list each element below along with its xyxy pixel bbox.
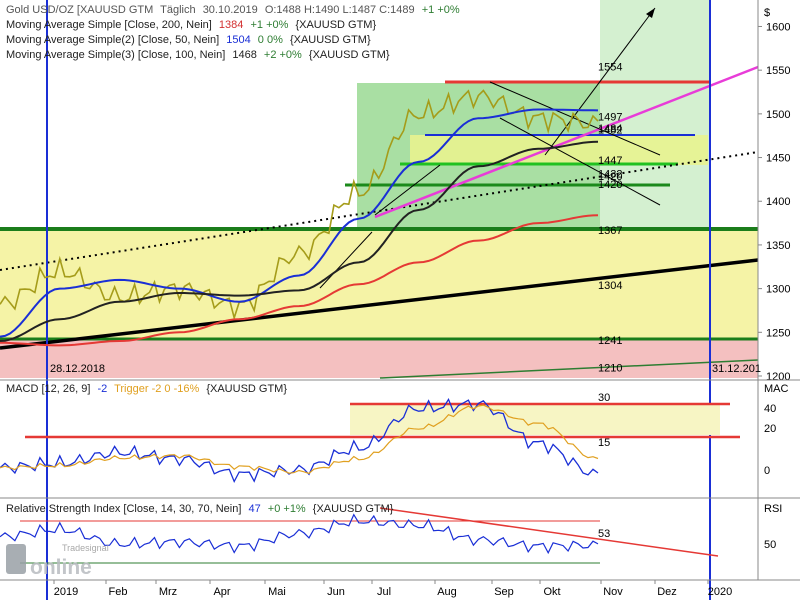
x-axis-label-Apr: Apr	[213, 586, 230, 598]
instrument-name: Gold USD/OZ [XAUUSD GTM	[6, 4, 153, 16]
indicator-3-value: 1468	[232, 49, 256, 61]
yellow-zone	[0, 229, 758, 340]
level-label-1420: 1420	[598, 179, 622, 191]
indicator-3-suffix: {XAUUSD GTM}	[309, 49, 390, 61]
price-axis-label-1350: 1350	[766, 240, 790, 252]
macd-axis-label: MAC	[764, 383, 789, 395]
x-axis-label-Mai: Mai	[268, 586, 286, 598]
level-label-1304: 1304	[598, 280, 622, 292]
red-zone	[0, 340, 758, 378]
x-axis-label-Okt: Okt	[543, 586, 560, 598]
price-axis-label-1550: 1550	[766, 65, 790, 77]
macd-header: MACD [12, 26, 9] -2 Trigger -2 0 -16% {X…	[6, 383, 287, 395]
level-label-1447: 1447	[598, 155, 622, 167]
macd-axis-20: 20	[764, 423, 776, 435]
x-axis-label-Dez: Dez	[657, 586, 677, 598]
macd-value: -2	[97, 383, 107, 395]
indicator-line-2: Moving Average Simple(2) [Close, 50, Nei…	[6, 34, 371, 46]
indicator-line-1: Moving Average Simple [Close, 200, Nein]…	[6, 19, 376, 31]
indicator-2-change: 0 0%	[258, 34, 283, 46]
logo-product: online	[30, 556, 92, 579]
macd-trigger: Trigger -2 0 -16%	[114, 383, 199, 395]
indicator-2-label: Moving Average Simple(2) [Close, 50, Nei…	[6, 34, 219, 46]
end-date-label: 31.12.201	[712, 363, 761, 375]
rsi-title: Relative Strength Index [Close, 14, 30, …	[6, 503, 241, 515]
price-axis-label-1500: 1500	[766, 109, 790, 121]
x-axis-label-2019: 2019	[54, 586, 78, 598]
price-axis-label-1450: 1450	[766, 153, 790, 165]
macd-level-30-label: 30	[598, 392, 610, 404]
macd-zone	[350, 405, 720, 435]
macd-suffix: {XAUUSD GTM}	[206, 383, 287, 395]
level-label-1210: 1210	[598, 362, 622, 374]
level-label-1554: 1554	[598, 62, 622, 74]
price-axis-label-1300: 1300	[766, 284, 790, 296]
instrument-ohlc: O:1488 H:1490 L:1487 C:1489	[265, 4, 415, 16]
macd-axis-0: 0	[764, 465, 770, 477]
x-axis-label-Mrz: Mrz	[159, 586, 177, 598]
indicator-3-label: Moving Average Simple(3) [Close, 100, Ne…	[6, 49, 225, 61]
price-axis-label-1250: 1250	[766, 327, 790, 339]
x-axis-label-Jul: Jul	[377, 586, 391, 598]
level-label-1482: 1482	[598, 125, 622, 137]
instrument-period: Täglich	[160, 4, 195, 16]
price-axis-label-1400: 1400	[766, 196, 790, 208]
x-axis-label-Feb: Feb	[109, 586, 128, 598]
indicator-2-suffix: {XAUUSD GTM}	[290, 34, 371, 46]
level-label-1367: 1367	[598, 225, 622, 237]
level-label-1497: 1497	[598, 111, 622, 123]
price-axis-label-1200: 1200	[766, 371, 790, 383]
macd-title: MACD [12, 26, 9]	[6, 383, 90, 395]
rsi-header: Relative Strength Index [Close, 14, 30, …	[6, 503, 394, 515]
x-axis-label-Nov: Nov	[603, 586, 623, 598]
rsi-axis-label: RSI	[764, 503, 782, 515]
instrument-date: 30.10.2019	[203, 4, 258, 16]
logo-brand: Tradesignal	[62, 543, 109, 553]
logo-icon	[6, 544, 26, 574]
instrument-line: Gold USD/OZ [XAUUSD GTM Täglich 30.10.20…	[6, 4, 460, 16]
rsi-level-label: 53	[598, 528, 610, 540]
macd-axis-40: 40	[764, 403, 776, 415]
x-axis-label-Jun: Jun	[327, 586, 345, 598]
rsi-value: 47	[248, 503, 260, 515]
rsi-axis-50: 50	[764, 539, 776, 551]
level-label-1241: 1241	[598, 335, 622, 347]
rsi-suffix: {XAUUSD GTM}	[313, 503, 394, 515]
indicator-line-3: Moving Average Simple(3) [Close, 100, Ne…	[6, 49, 390, 61]
x-axis-label-Aug: Aug	[437, 586, 457, 598]
indicator-2-value: 1504	[226, 34, 250, 46]
rsi-change: +0 +1%	[268, 503, 306, 515]
x-axis-label-2020: 2020	[708, 586, 732, 598]
indicator-3-change: +2 +0%	[264, 49, 302, 61]
instrument-change: +1 +0%	[422, 4, 460, 16]
indicator-1-value: 1384	[219, 19, 243, 31]
currency-label: $	[764, 7, 770, 19]
x-axis-label-Sep: Sep	[494, 586, 514, 598]
indicator-1-suffix: {XAUUSD GTM}	[295, 19, 376, 31]
indicator-1-label: Moving Average Simple [Close, 200, Nein]	[6, 19, 212, 31]
gold-chart: 1554149714841482144714321420142013671304…	[0, 0, 800, 600]
macd-level-15-label: 15	[598, 437, 610, 449]
start-date-label: 28.12.2018	[50, 363, 105, 375]
price-axis-label-1600: 1600	[766, 21, 790, 33]
indicator-1-change: +1 +0%	[250, 19, 288, 31]
